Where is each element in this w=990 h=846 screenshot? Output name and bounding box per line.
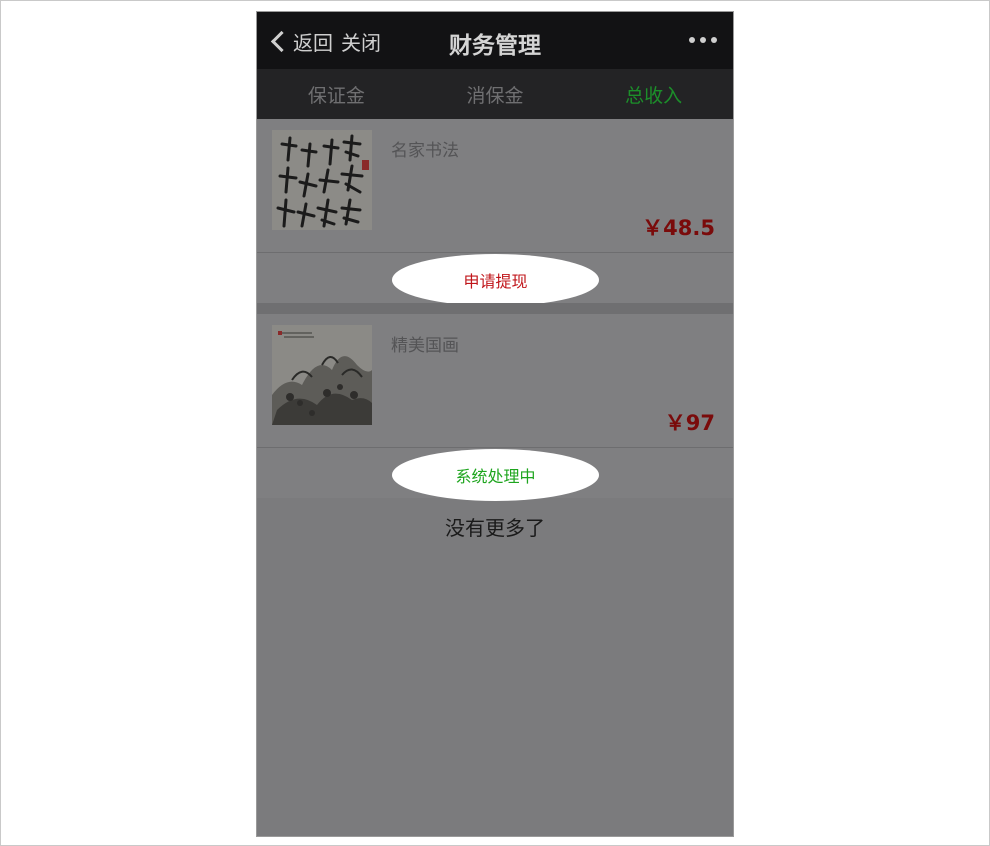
nav-bar: 返回 关闭 财务管理 xyxy=(257,12,733,69)
tab-bar: 保证金 消保金 总收入 xyxy=(257,69,733,119)
item-price: ￥97 xyxy=(664,411,715,435)
more-dot-icon xyxy=(700,37,706,43)
processing-status-button[interactable]: 系统处理中 xyxy=(392,449,599,501)
calligraphy-image xyxy=(272,130,372,230)
withdraw-button[interactable]: 申请提现 xyxy=(392,254,599,306)
no-more-label: 没有更多了 xyxy=(445,516,545,540)
more-dot-icon xyxy=(711,37,717,43)
list-item-body[interactable]: 名家书法 ￥48.5 xyxy=(257,119,733,252)
back-button[interactable]: 返回 xyxy=(269,26,333,56)
more-dot-icon xyxy=(689,37,695,43)
list-item: 名家书法 ￥48.5 申请提现 xyxy=(257,119,733,306)
landscape-painting-image xyxy=(272,325,372,425)
tab-consumer-protection[interactable]: 消保金 xyxy=(416,69,575,119)
list-separator xyxy=(257,303,733,314)
phone-screen: 返回 关闭 财务管理 保证金 消保金 总收入 名家书法 ￥48.5 申请提现 精… xyxy=(256,11,734,837)
chevron-left-icon xyxy=(270,30,293,52)
tab-total-income[interactable]: 总收入 xyxy=(574,69,733,119)
item-title: 精美国画 xyxy=(391,336,459,356)
more-menu-button[interactable] xyxy=(689,37,717,43)
list-item: 精美国画 ￥97 系统处理中 xyxy=(257,314,733,501)
tab-deposit[interactable]: 保证金 xyxy=(257,69,416,119)
back-label: 返回 xyxy=(293,30,333,55)
list-item-footer: 系统处理中 xyxy=(257,448,733,501)
list-item-body[interactable]: 精美国画 ￥97 xyxy=(257,314,733,447)
item-title: 名家书法 xyxy=(391,141,459,161)
close-button[interactable]: 关闭 xyxy=(341,27,381,56)
item-price: ￥48.5 xyxy=(642,216,715,240)
list-item-footer: 申请提现 xyxy=(257,253,733,306)
